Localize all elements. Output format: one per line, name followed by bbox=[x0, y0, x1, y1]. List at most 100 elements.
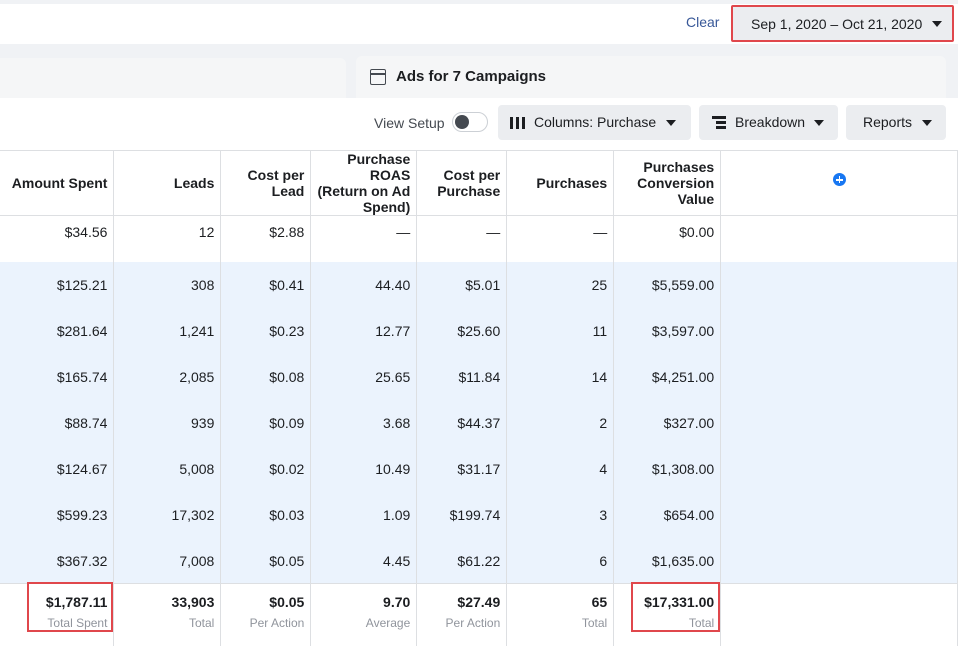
table-row[interactable]: $165.74 2,085 $0.08 25.65 $11.84 14 $4,2… bbox=[0, 353, 958, 400]
cell: $25.60 bbox=[416, 307, 508, 354]
cell: $2.88 bbox=[220, 215, 312, 262]
cell: $654.00 bbox=[613, 491, 722, 538]
column-header-cost-per-purchase[interactable]: Cost per Purchase bbox=[416, 150, 508, 216]
left-panel-tab[interactable] bbox=[0, 58, 346, 98]
empty-cell bbox=[720, 215, 958, 262]
add-column-button[interactable] bbox=[720, 150, 958, 216]
cell: — bbox=[310, 215, 418, 262]
column-header-amount-spent[interactable]: Amount Spent bbox=[0, 150, 115, 216]
add-circle-icon bbox=[832, 173, 846, 186]
table-toolbar: View Setup Columns: Purchase Breakdown R… bbox=[0, 98, 958, 150]
empty-cell bbox=[720, 261, 958, 308]
window-icon bbox=[370, 69, 386, 85]
empty-cell bbox=[720, 537, 958, 584]
column-header-leads[interactable]: Leads bbox=[113, 150, 222, 216]
columns-label: Columns: Purchase bbox=[534, 114, 657, 130]
cell: $88.74 bbox=[0, 399, 115, 446]
cell: $5.01 bbox=[416, 261, 508, 308]
empty-cell bbox=[720, 353, 958, 400]
cell: — bbox=[416, 215, 508, 262]
cell: 4 bbox=[506, 445, 615, 492]
cell: 12.77 bbox=[310, 307, 418, 354]
panel-title: Ads for 7 Campaigns bbox=[396, 68, 547, 85]
cell: 308 bbox=[113, 261, 222, 308]
empty-cell bbox=[720, 445, 958, 492]
columns-button[interactable]: Columns: Purchase bbox=[498, 105, 691, 140]
column-header-purchases[interactable]: Purchases bbox=[506, 150, 615, 216]
table-row[interactable]: $125.21 308 $0.41 44.40 $5.01 25 $5,559.… bbox=[0, 261, 958, 308]
top-divider bbox=[0, 0, 958, 4]
cell: $0.09 bbox=[220, 399, 312, 446]
cell: $61.22 bbox=[416, 537, 508, 584]
empty-cell bbox=[720, 583, 958, 646]
total-label: Per Action bbox=[445, 616, 501, 630]
cell: $0.03 bbox=[220, 491, 312, 538]
total-cell: 65 Total bbox=[506, 583, 615, 646]
cell: $165.74 bbox=[0, 353, 115, 400]
top-bar: Clear Sep 1, 2020 – Oct 21, 2020 bbox=[0, 0, 958, 44]
cell: 3 bbox=[506, 491, 615, 538]
total-value: 9.70 bbox=[383, 594, 411, 610]
cell: $0.00 bbox=[613, 215, 722, 262]
breakdown-button[interactable]: Breakdown bbox=[699, 105, 838, 140]
ads-panel-tab[interactable]: Ads for 7 Campaigns bbox=[356, 56, 946, 100]
cell: 10.49 bbox=[310, 445, 418, 492]
reports-button[interactable]: Reports bbox=[846, 105, 946, 140]
cell: 1,241 bbox=[113, 307, 222, 354]
total-label: Average bbox=[365, 616, 411, 630]
cell: $44.37 bbox=[416, 399, 508, 446]
table-row[interactable]: $34.56 12 $2.88 — — — $0.00 bbox=[0, 215, 958, 262]
totals-row: $1,787.11 Total Spent 33,903 Total $0.05 Pe… bbox=[0, 583, 958, 646]
cell: 1.09 bbox=[310, 491, 418, 538]
cell: $1,308.00 bbox=[613, 445, 722, 492]
ads-table: Amount Spent Leads Cost per Lead Purchas… bbox=[0, 150, 958, 646]
cell: — bbox=[506, 215, 615, 262]
column-header-purchase-roas[interactable]: Purchase ROAS (Return on Ad Spend) bbox=[310, 150, 418, 216]
total-label: Total bbox=[581, 616, 608, 630]
table-row[interactable]: $599.23 17,302 $0.03 1.09 $199.74 3 $654… bbox=[0, 491, 958, 538]
total-label: Total bbox=[189, 616, 215, 630]
cell: 25 bbox=[506, 261, 615, 308]
table-row[interactable]: $124.67 5,008 $0.02 10.49 $31.17 4 $1,30… bbox=[0, 445, 958, 492]
table-header-row: Amount Spent Leads Cost per Lead Purchas… bbox=[0, 150, 958, 216]
column-header-cost-per-lead[interactable]: Cost per Lead bbox=[220, 150, 312, 216]
cell: $11.84 bbox=[416, 353, 508, 400]
cell: $0.23 bbox=[220, 307, 312, 354]
breakdown-label: Breakdown bbox=[735, 114, 806, 130]
date-range-picker[interactable]: Sep 1, 2020 – Oct 21, 2020 bbox=[731, 5, 954, 42]
table-row[interactable]: $367.32 7,008 $0.05 4.45 $61.22 6 $1,635… bbox=[0, 537, 958, 584]
cell: $124.67 bbox=[0, 445, 115, 492]
reports-label: Reports bbox=[863, 114, 913, 130]
total-value: 65 bbox=[591, 594, 608, 610]
cell: 11 bbox=[506, 307, 615, 354]
cell: $4,251.00 bbox=[613, 353, 722, 400]
cell: $31.17 bbox=[416, 445, 508, 492]
cell: $0.05 bbox=[220, 537, 312, 584]
cell: $125.21 bbox=[0, 261, 115, 308]
view-setup-toggle[interactable] bbox=[452, 112, 488, 132]
cell: $199.74 bbox=[416, 491, 508, 538]
cell: $0.08 bbox=[220, 353, 312, 400]
cell: 5,008 bbox=[113, 445, 222, 492]
table-row[interactable]: $281.64 1,241 $0.23 12.77 $25.60 11 $3,5… bbox=[0, 307, 958, 354]
cell: $0.02 bbox=[220, 445, 312, 492]
clear-link[interactable]: Clear bbox=[686, 14, 719, 30]
chevron-down-icon bbox=[666, 120, 676, 126]
cell: $0.41 bbox=[220, 261, 312, 308]
empty-cell bbox=[720, 399, 958, 446]
chevron-down-icon bbox=[922, 120, 932, 126]
total-value: $0.05 bbox=[269, 594, 305, 610]
total-cell: 9.70 Average bbox=[310, 583, 418, 646]
cell: $367.32 bbox=[0, 537, 115, 584]
column-header-conversion-value[interactable]: Purchases Conversion Value bbox=[613, 150, 722, 216]
highlight-box-total-conversion-value bbox=[631, 582, 720, 632]
total-cell: 33,903 Total bbox=[113, 583, 222, 646]
total-value: $27.49 bbox=[457, 594, 501, 610]
total-value: 33,903 bbox=[171, 594, 215, 610]
chevron-down-icon bbox=[932, 21, 942, 27]
table-row[interactable]: $88.74 939 $0.09 3.68 $44.37 2 $327.00 bbox=[0, 399, 958, 446]
total-cell: $0.05 Per Action bbox=[220, 583, 312, 646]
cell: 6 bbox=[506, 537, 615, 584]
empty-cell bbox=[720, 307, 958, 354]
highlight-box-total-spent bbox=[27, 582, 113, 632]
